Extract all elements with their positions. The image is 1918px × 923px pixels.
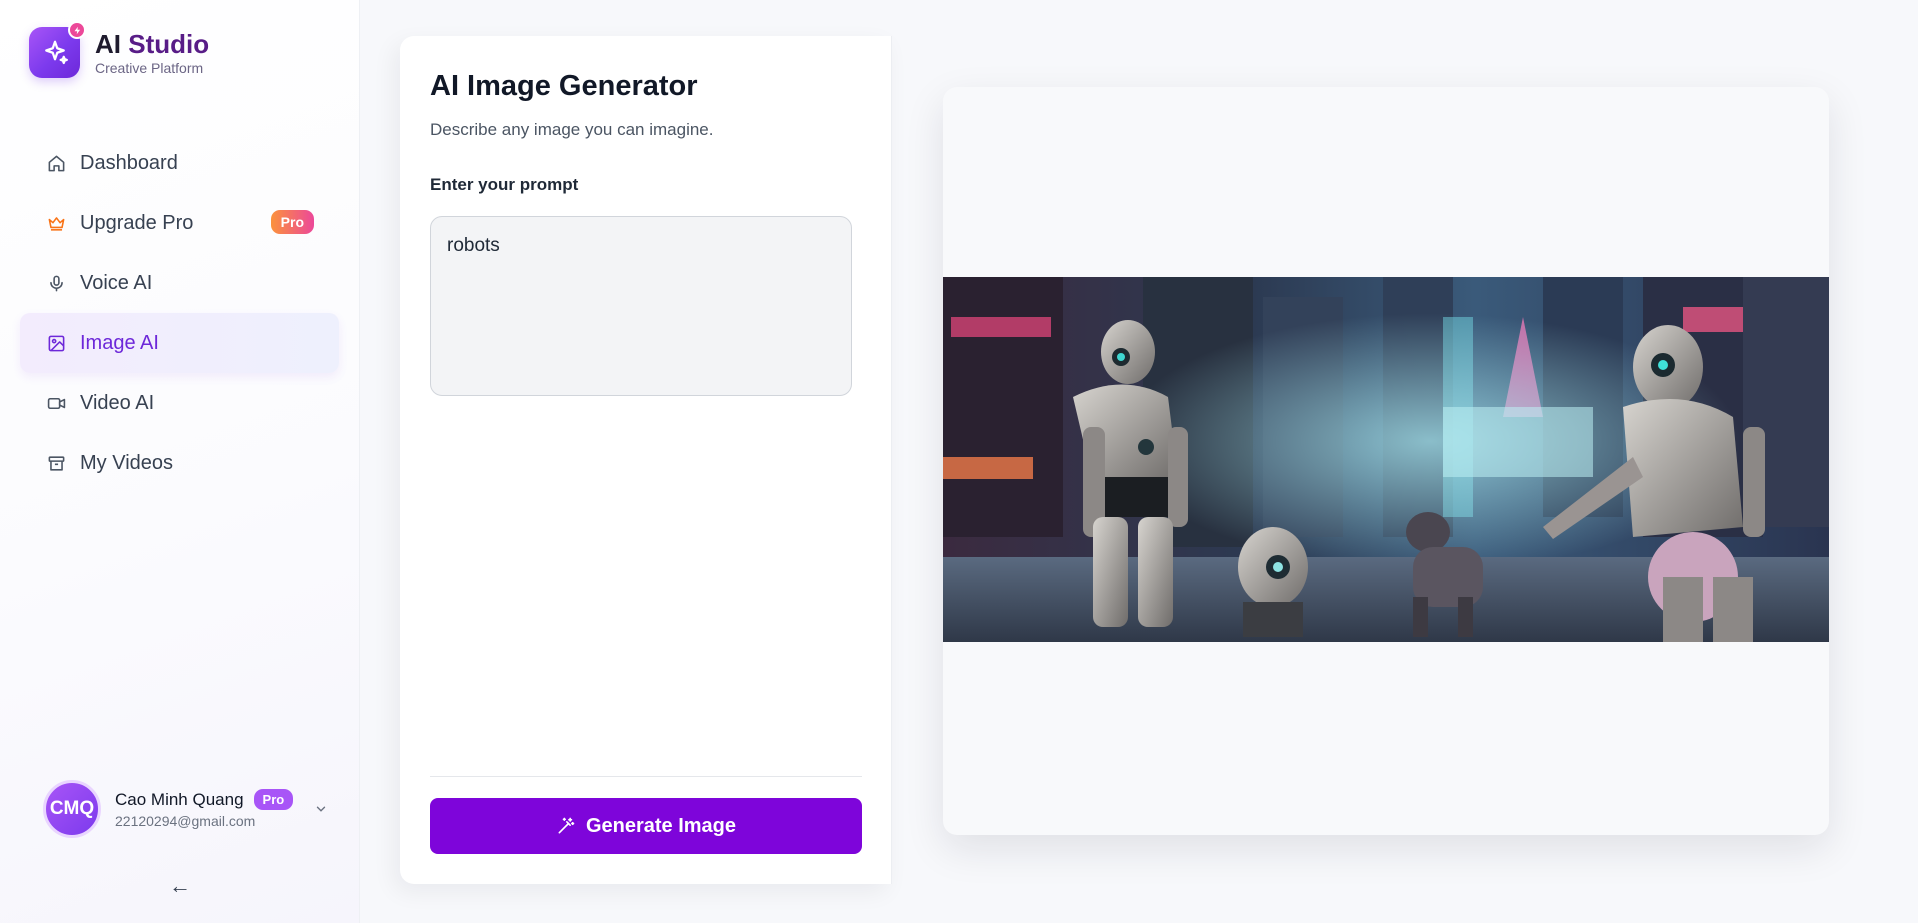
avatar: CMQ	[43, 780, 101, 838]
image-preview-panel	[943, 87, 1829, 835]
sidebar-item-label: Image AI	[80, 331, 159, 354]
video-camera-icon	[46, 393, 66, 413]
user-email: 22120294@gmail.com	[115, 813, 256, 829]
brand[interactable]: AI Studio Creative Platform	[29, 21, 210, 78]
sparkles-logo-icon	[29, 21, 86, 78]
microphone-icon	[46, 273, 66, 293]
sidebar-item-my-videos[interactable]: My Videos	[20, 433, 339, 493]
chevron-down-icon[interactable]	[314, 802, 328, 821]
sidebar-item-upgrade-pro[interactable]: Upgrade Pro Pro	[20, 193, 339, 253]
user-profile[interactable]: CMQ Cao Minh Quang Pro 22120294@gmail.co…	[43, 780, 340, 838]
prompt-label: Enter your prompt	[430, 175, 579, 194]
magic-wand-icon	[556, 816, 576, 836]
sidebar-item-label: Voice AI	[80, 271, 153, 294]
generated-robots-image[interactable]	[943, 277, 1829, 642]
user-pro-badge: Pro	[253, 789, 294, 810]
prompt-input[interactable]	[430, 216, 852, 396]
sidebar-item-label: My Videos	[80, 451, 174, 474]
sidebar-nav: Dashboard Upgrade Pro Pro Voice AI Image…	[20, 133, 339, 493]
app-subtitle: Creative Platform	[95, 60, 204, 76]
sidebar-item-dashboard[interactable]: Dashboard	[20, 133, 339, 193]
collapse-sidebar-arrow-icon[interactable]: ←	[168, 873, 192, 899]
pro-badge: Pro	[270, 210, 314, 234]
archive-icon	[46, 453, 66, 473]
page-subtitle: Describe any image you can imagine.	[430, 120, 714, 139]
sidebar-item-label: Video AI	[80, 391, 155, 414]
sidebar-item-image-ai[interactable]: Image AI	[20, 313, 339, 373]
app-title: AI Studio	[95, 29, 210, 59]
divider	[430, 776, 862, 777]
lightning-badge-icon	[68, 21, 86, 39]
sidebar-item-label: Dashboard	[80, 151, 178, 174]
generator-form-panel: AI Image Generator Describe any image yo…	[400, 36, 892, 884]
sidebar-item-label: Upgrade Pro	[80, 211, 194, 234]
generate-button-label: Generate Image	[585, 814, 737, 837]
sidebar: AI Studio Creative Platform Dashboard Up…	[0, 0, 360, 923]
generate-image-button[interactable]: Generate Image	[430, 798, 862, 854]
home-icon	[46, 153, 66, 173]
crown-icon	[46, 213, 66, 233]
user-name: Cao Minh Quang	[115, 789, 244, 809]
image-icon	[46, 333, 66, 353]
sidebar-item-voice-ai[interactable]: Voice AI	[20, 253, 339, 313]
sidebar-item-video-ai[interactable]: Video AI	[20, 373, 339, 433]
page-title: AI Image Generator	[430, 70, 698, 102]
